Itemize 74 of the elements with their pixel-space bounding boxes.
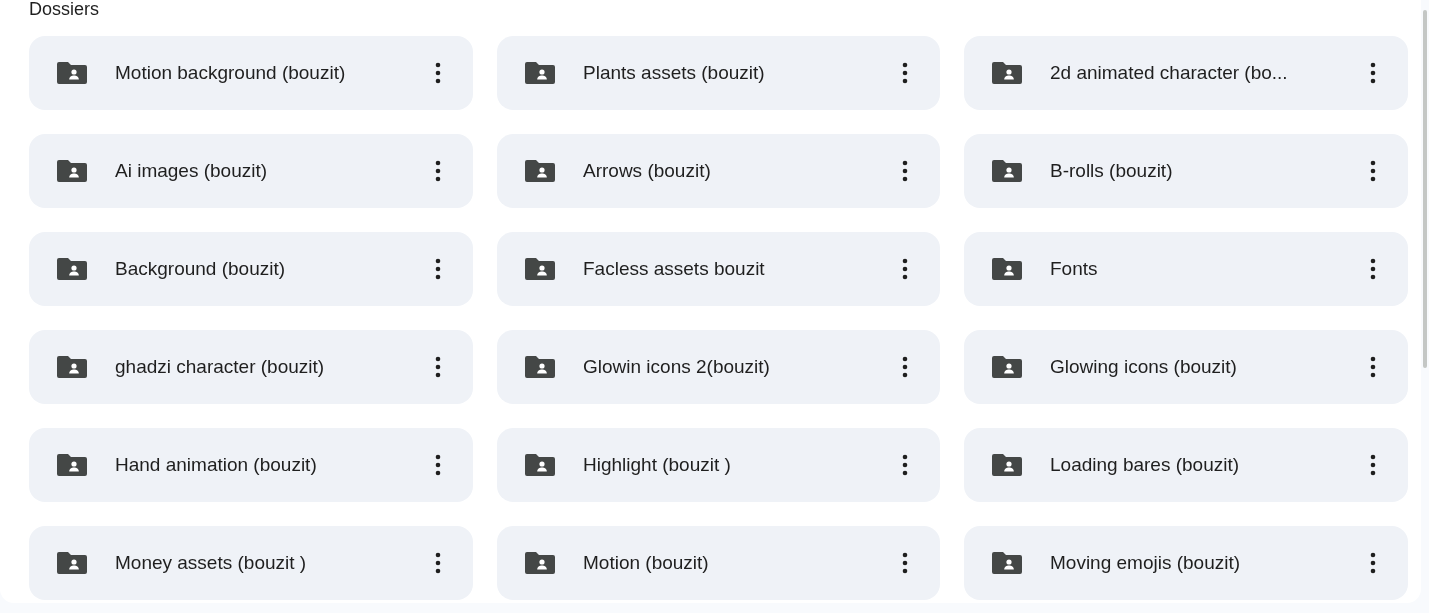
folder-card[interactable]: Arrows (bouzit) bbox=[497, 134, 940, 208]
folder-card[interactable]: ghadzi character (bouzit) bbox=[29, 330, 473, 404]
shared-folder-icon bbox=[57, 258, 87, 280]
folder-name: Hand animation (bouzit) bbox=[115, 454, 318, 476]
folder-card[interactable]: B-rolls (bouzit) bbox=[964, 134, 1408, 208]
more-options-icon[interactable] bbox=[902, 552, 908, 574]
scrollbar[interactable] bbox=[1423, 10, 1427, 368]
more-options-icon[interactable] bbox=[1370, 356, 1376, 378]
folder-name: Moving emojis (bouzit) bbox=[1050, 552, 1242, 574]
more-options-icon[interactable] bbox=[902, 454, 908, 476]
folder-card[interactable]: Ai images (bouzit) bbox=[29, 134, 473, 208]
more-options-icon[interactable] bbox=[902, 356, 908, 378]
more-options-icon[interactable] bbox=[435, 160, 441, 182]
shared-folder-icon bbox=[57, 356, 87, 378]
more-options-icon[interactable] bbox=[435, 454, 441, 476]
shared-folder-icon bbox=[992, 552, 1022, 574]
folder-card[interactable]: Money assets (bouzit ) bbox=[29, 526, 473, 600]
shared-folder-icon bbox=[525, 552, 555, 574]
folder-card[interactable]: Fonts bbox=[964, 232, 1408, 306]
more-options-icon[interactable] bbox=[902, 62, 908, 84]
folder-name: Facless assets bouzit bbox=[583, 258, 766, 280]
folder-card[interactable]: Facless assets bouzit bbox=[497, 232, 940, 306]
folder-name: Fonts bbox=[1050, 258, 1099, 280]
folder-card[interactable]: Glowin icons 2(bouzit) bbox=[497, 330, 940, 404]
shared-folder-icon bbox=[525, 356, 555, 378]
more-options-icon[interactable] bbox=[1370, 258, 1376, 280]
folder-name: 2d animated character (bo... bbox=[1050, 62, 1289, 84]
shared-folder-icon bbox=[57, 552, 87, 574]
more-options-icon[interactable] bbox=[902, 258, 908, 280]
shared-folder-icon bbox=[992, 62, 1022, 84]
more-options-icon[interactable] bbox=[435, 552, 441, 574]
shared-folder-icon bbox=[57, 454, 87, 476]
folder-name: Ai images (bouzit) bbox=[115, 160, 269, 182]
shared-folder-icon bbox=[992, 454, 1022, 476]
shared-folder-icon bbox=[57, 160, 87, 182]
folder-card[interactable]: Plants assets (bouzit) bbox=[497, 36, 940, 110]
more-options-icon[interactable] bbox=[1370, 62, 1376, 84]
folder-card[interactable]: Motion (bouzit) bbox=[497, 526, 940, 600]
section-title: Dossiers bbox=[29, 0, 99, 18]
folder-card[interactable]: Hand animation (bouzit) bbox=[29, 428, 473, 502]
folder-name: Plants assets (bouzit) bbox=[583, 62, 766, 84]
folder-name: Highlight (bouzit ) bbox=[583, 454, 732, 476]
folder-name: Motion background (bouzit) bbox=[115, 62, 347, 84]
more-options-icon[interactable] bbox=[1370, 454, 1376, 476]
folder-name: Arrows (bouzit) bbox=[583, 160, 712, 182]
folder-card[interactable]: Loading bares (bouzit) bbox=[964, 428, 1408, 502]
more-options-icon[interactable] bbox=[435, 62, 441, 84]
shared-folder-icon bbox=[57, 62, 87, 84]
folder-name: Glowin icons 2(bouzit) bbox=[583, 356, 771, 378]
folder-name: Glowing icons (bouzit) bbox=[1050, 356, 1238, 378]
folder-name: Background (bouzit) bbox=[115, 258, 287, 280]
folder-card[interactable]: Glowing icons (bouzit) bbox=[964, 330, 1408, 404]
folder-name: Loading bares (bouzit) bbox=[1050, 454, 1241, 476]
more-options-icon[interactable] bbox=[1370, 552, 1376, 574]
folder-card[interactable]: Background (bouzit) bbox=[29, 232, 473, 306]
more-options-icon[interactable] bbox=[435, 356, 441, 378]
shared-folder-icon bbox=[525, 454, 555, 476]
shared-folder-icon bbox=[525, 258, 555, 280]
folder-name: B-rolls (bouzit) bbox=[1050, 160, 1174, 182]
shared-folder-icon bbox=[525, 62, 555, 84]
folder-card[interactable]: Moving emojis (bouzit) bbox=[964, 526, 1408, 600]
shared-folder-icon bbox=[992, 160, 1022, 182]
more-options-icon[interactable] bbox=[902, 160, 908, 182]
more-options-icon[interactable] bbox=[1370, 160, 1376, 182]
shared-folder-icon bbox=[992, 258, 1022, 280]
folder-name: Money assets (bouzit ) bbox=[115, 552, 308, 574]
shared-folder-icon bbox=[992, 356, 1022, 378]
more-options-icon[interactable] bbox=[435, 258, 441, 280]
folder-card[interactable]: 2d animated character (bo... bbox=[964, 36, 1408, 110]
folder-name: Motion (bouzit) bbox=[583, 552, 710, 574]
folder-card[interactable]: Motion background (bouzit) bbox=[29, 36, 473, 110]
folder-card[interactable]: Highlight (bouzit ) bbox=[497, 428, 940, 502]
shared-folder-icon bbox=[525, 160, 555, 182]
folder-name: ghadzi character (bouzit) bbox=[115, 356, 326, 378]
